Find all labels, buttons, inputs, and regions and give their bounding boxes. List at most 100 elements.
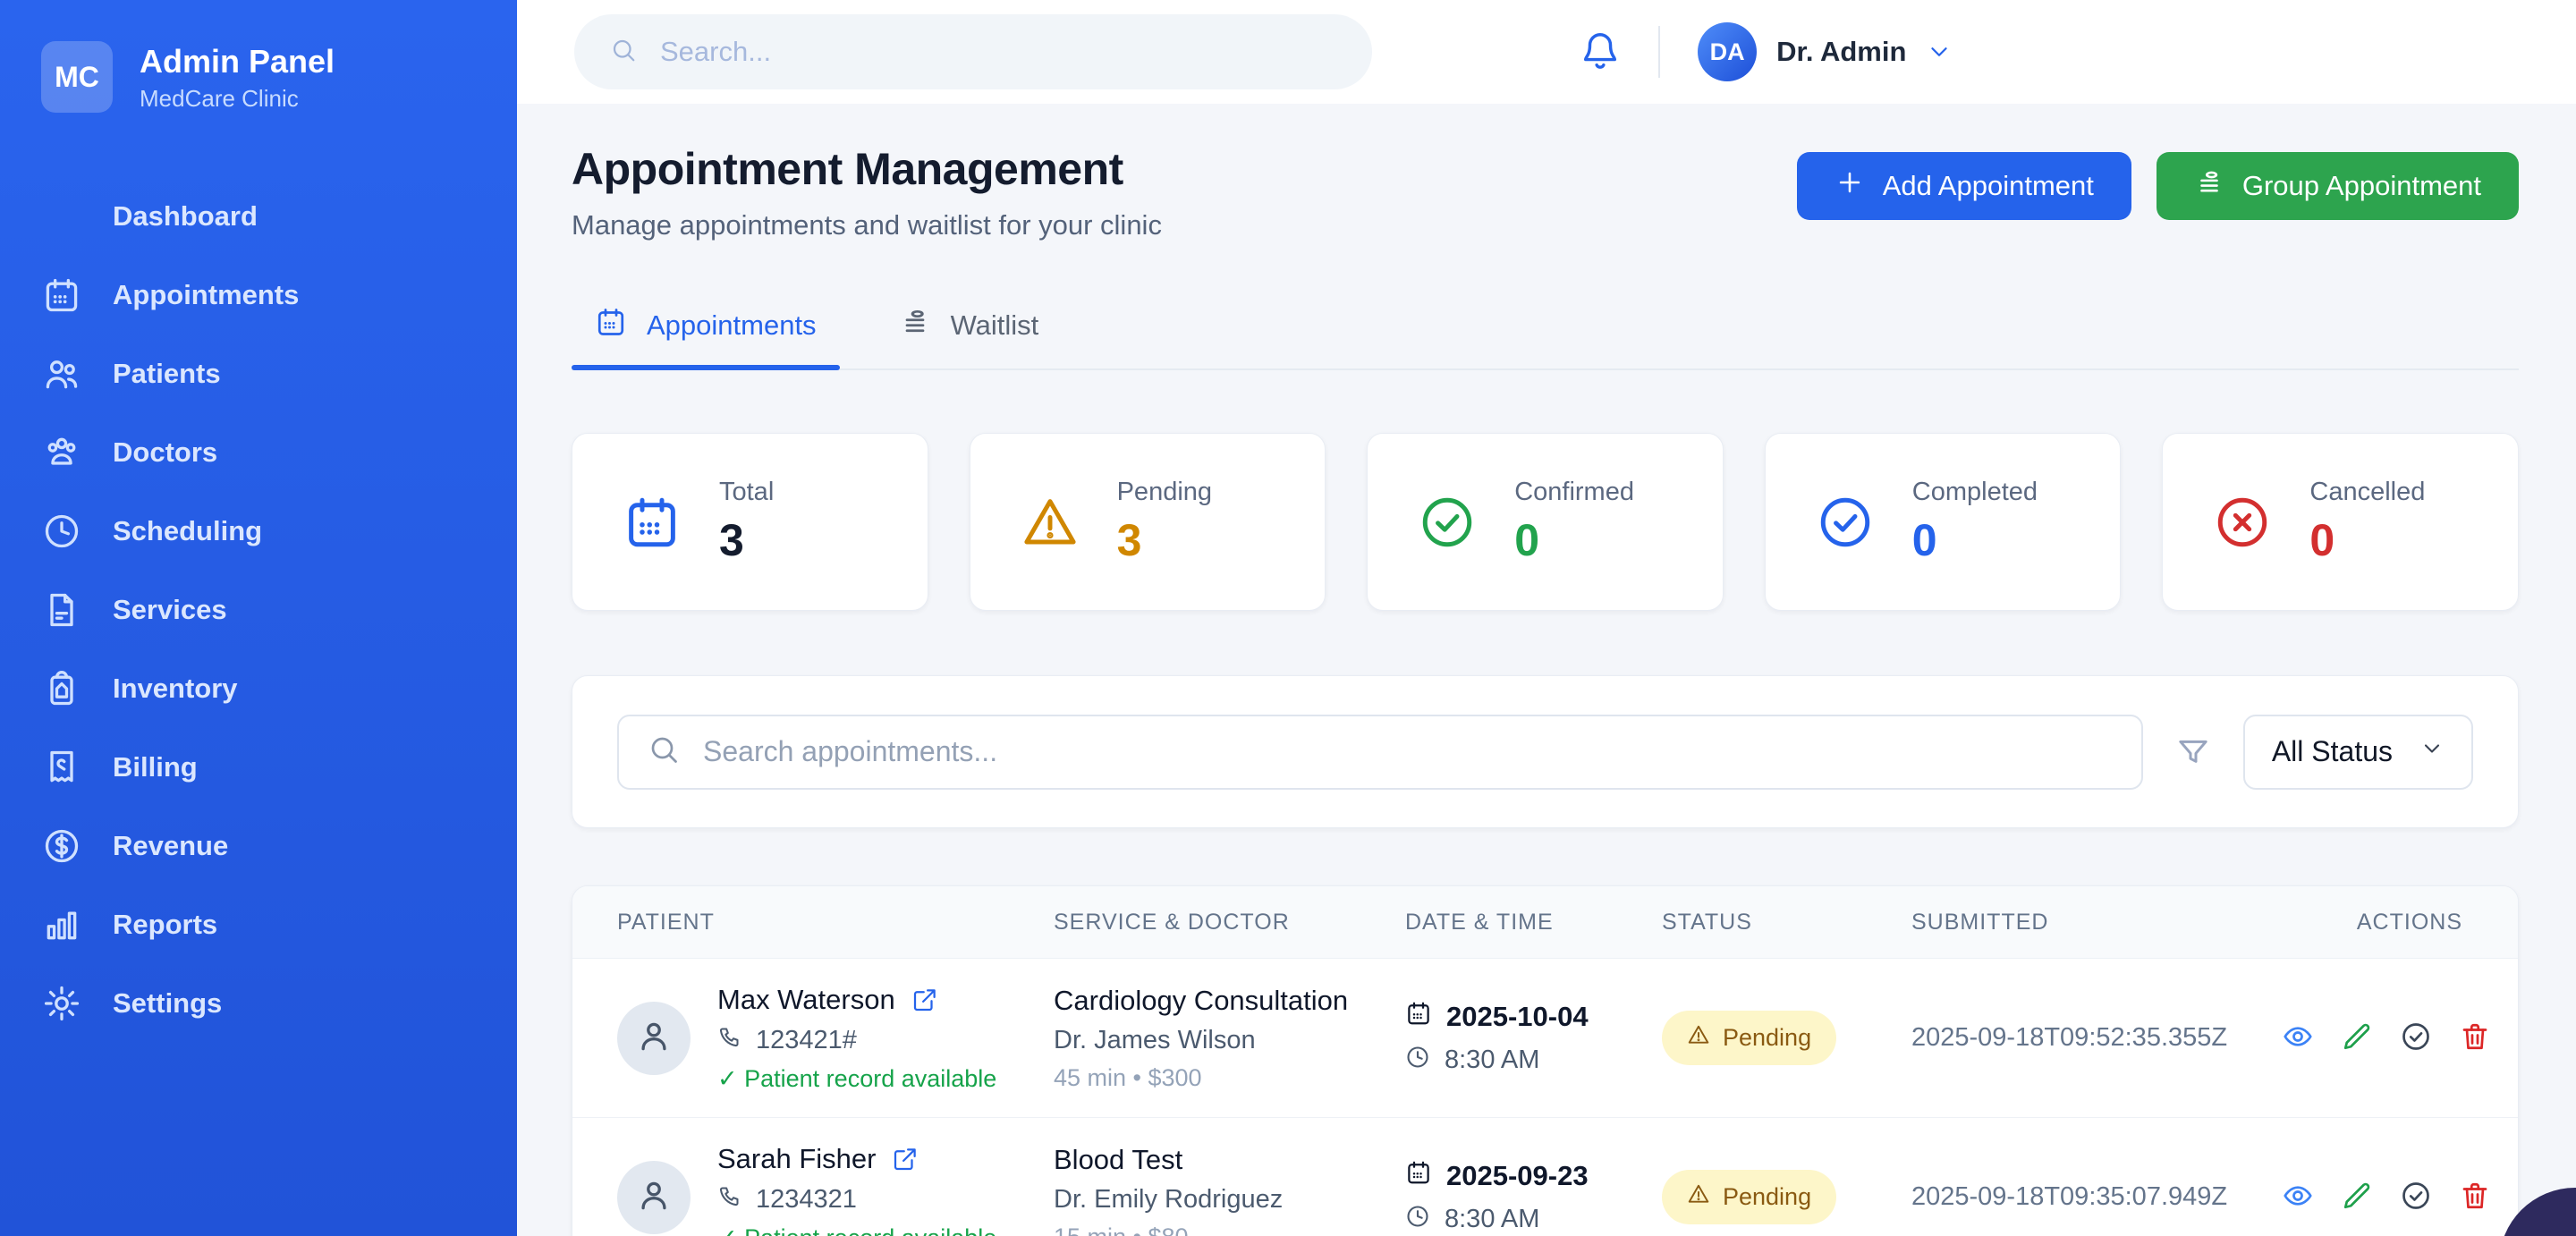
warning-icon (1021, 493, 1080, 552)
chart-icon (41, 904, 82, 945)
sidebar-item-label: Dashboard (113, 200, 258, 233)
patient-cell: Sarah Fisher 1234321 ✓ Patient record av… (572, 1143, 1009, 1236)
appointment-time: 8:30 AM (1445, 1205, 1539, 1234)
no-icon (41, 196, 82, 237)
appointments-table: PATIENT SERVICE & DOCTOR DATE & TIME STA… (572, 885, 2519, 1236)
global-search-input[interactable] (660, 36, 1336, 68)
stat-card-completed: Completed 0 (1765, 433, 2122, 611)
table-row: Max Waterson 123421# ✓ Patient record av… (572, 959, 2518, 1118)
sidebar-nav: Dashboard Appointments Patients Doctors … (0, 177, 517, 1043)
page-subtitle: Manage appointments and waitlist for you… (572, 209, 1162, 241)
search-icon (648, 733, 680, 770)
column-header-actions: ACTIONS (2237, 910, 2518, 935)
sidebar-item-dashboard[interactable]: Dashboard (0, 177, 517, 256)
patient-record-note: ✓ Patient record available (717, 1065, 996, 1093)
external-link-icon[interactable] (892, 1146, 919, 1173)
table-header: PATIENT SERVICE & DOCTOR DATE & TIME STA… (572, 886, 2518, 959)
global-search[interactable] (574, 14, 1372, 89)
sidebar-item-label: Billing (113, 751, 198, 783)
check-circle-icon (2400, 1180, 2432, 1215)
sidebar-item-doctors[interactable]: Doctors (0, 413, 517, 492)
confirm-button[interactable] (2400, 1180, 2432, 1215)
view-button[interactable] (2282, 1180, 2314, 1215)
service-cell: Cardiology Consultation Dr. James Wilson… (1009, 985, 1360, 1092)
status-badge: Pending (1662, 1011, 1836, 1065)
column-header-status: STATUS (1617, 910, 1867, 935)
trash-icon (2459, 1180, 2491, 1215)
calendar-icon (623, 493, 682, 552)
sidebar-item-label: Services (113, 594, 227, 626)
list-icon (2194, 167, 2224, 205)
column-header-date: DATE & TIME (1360, 910, 1617, 935)
stat-card-confirmed: Confirmed 0 (1367, 433, 1724, 611)
patient-phone: 123421# (756, 1026, 857, 1055)
sidebar-item-label: Scheduling (113, 515, 262, 547)
datetime-cell: 2025-09-23 8:30 AM (1360, 1159, 1617, 1236)
check-circle-icon (2400, 1020, 2432, 1055)
stat-label: Completed (1912, 478, 2038, 507)
appointment-search-input[interactable] (703, 735, 2113, 768)
sidebar-item-appointments[interactable]: Appointments (0, 256, 517, 334)
patient-phone: 1234321 (756, 1185, 857, 1215)
dollar-icon (41, 825, 82, 867)
chevron-down-icon (1926, 38, 1953, 65)
edit-button[interactable] (2341, 1020, 2373, 1055)
calendar-icon (595, 306, 627, 345)
notifications-button[interactable] (1580, 30, 1621, 75)
sidebar-item-label: Patients (113, 358, 221, 390)
external-link-icon[interactable] (911, 986, 938, 1013)
sidebar-item-revenue[interactable]: Revenue (0, 807, 517, 885)
appointment-date: 2025-10-04 (1446, 1001, 1589, 1033)
page-title: Appointment Management (572, 143, 1162, 195)
appointment-search[interactable] (617, 715, 2143, 790)
chevron-down-icon (2419, 735, 2445, 768)
actions-cell (2237, 1180, 2519, 1215)
service-meta: 15 min • $80 (1054, 1223, 1360, 1236)
filter-bar: All Status (572, 675, 2519, 828)
patient-cell: Max Waterson 123421# ✓ Patient record av… (572, 984, 1009, 1093)
datetime-cell: 2025-10-04 8:30 AM (1360, 1000, 1617, 1077)
clock-icon (1405, 1204, 1430, 1236)
sidebar-item-reports[interactable]: Reports (0, 885, 517, 964)
sidebar-item-billing[interactable]: Billing (0, 728, 517, 807)
edit-button[interactable] (2341, 1180, 2373, 1215)
stat-value: 0 (2309, 514, 2425, 566)
sidebar: MC Admin Panel MedCare Clinic Dashboard … (0, 0, 517, 1236)
user-menu[interactable]: DA Dr. Admin (1698, 22, 1953, 81)
clock-icon (41, 511, 82, 552)
tab-appointments[interactable]: Appointments (572, 290, 840, 368)
status-filter-value: All Status (2272, 735, 2393, 768)
eye-icon (2282, 1020, 2314, 1055)
stat-label: Cancelled (2309, 478, 2425, 507)
warning-icon (1687, 1023, 1710, 1053)
check-circle-icon (1816, 493, 1875, 552)
brand-logo: MC (41, 41, 113, 113)
doctor-name: Dr. Emily Rodriguez (1054, 1185, 1360, 1215)
person-icon (634, 1175, 674, 1219)
group-appointment-button[interactable]: Group Appointment (2157, 152, 2519, 220)
sidebar-item-settings[interactable]: Settings (0, 964, 517, 1043)
view-button[interactable] (2282, 1020, 2314, 1055)
topbar: DA Dr. Admin (517, 0, 2576, 104)
brand-title: Admin Panel (140, 41, 335, 81)
patient-avatar (617, 1161, 691, 1234)
tab-waitlist[interactable]: Waitlist (876, 290, 1063, 368)
status-filter-select[interactable]: All Status (2243, 715, 2473, 790)
sidebar-item-inventory[interactable]: Inventory (0, 649, 517, 728)
sidebar-item-scheduling[interactable]: Scheduling (0, 492, 517, 571)
bell-icon (1580, 30, 1621, 75)
confirm-button[interactable] (2400, 1020, 2432, 1055)
stat-value: 3 (719, 514, 774, 566)
sidebar-item-patients[interactable]: Patients (0, 334, 517, 413)
delete-button[interactable] (2459, 1020, 2491, 1055)
brand: MC Admin Panel MedCare Clinic (0, 41, 517, 154)
service-name: Cardiology Consultation (1054, 985, 1360, 1017)
sidebar-item-services[interactable]: Services (0, 571, 517, 649)
add-appointment-button[interactable]: Add Appointment (1797, 152, 2131, 220)
stat-card-cancelled: Cancelled 0 (2162, 433, 2519, 611)
appointment-date: 2025-09-23 (1446, 1160, 1589, 1192)
stat-value: 0 (1912, 514, 2038, 566)
patient-name: Max Waterson (717, 984, 895, 1016)
column-header-patient: PATIENT (572, 910, 1009, 935)
delete-button[interactable] (2459, 1180, 2491, 1215)
